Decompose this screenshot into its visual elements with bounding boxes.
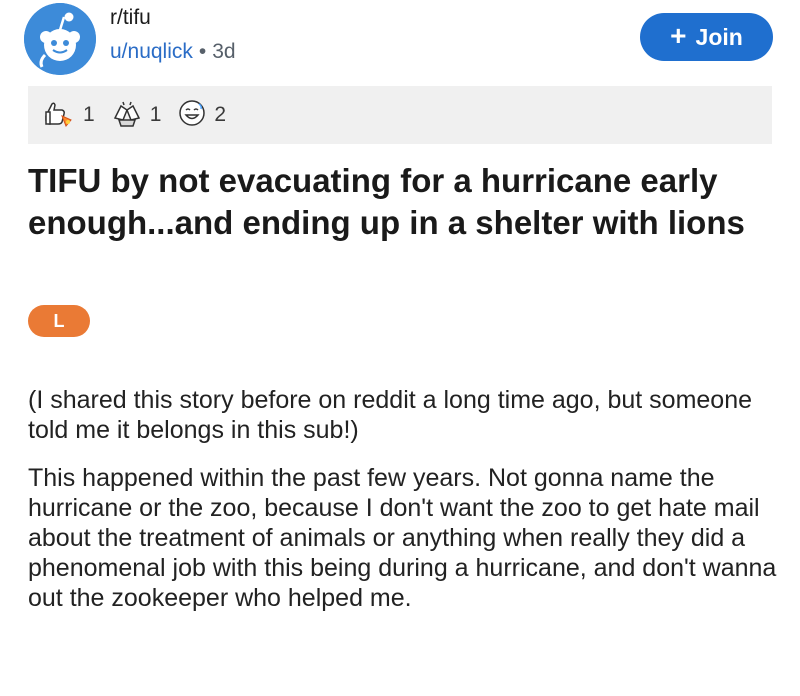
rocket-like-award-icon: [38, 98, 78, 133]
awards-bar: 1 1 2: [28, 86, 772, 144]
bravo-award-icon: [109, 98, 145, 133]
laughing-face-award-icon: [175, 98, 209, 133]
subreddit-name[interactable]: r/tifu: [110, 6, 151, 30]
subreddit-avatar-icon[interactable]: [24, 3, 96, 75]
meta-separator: •: [198, 40, 207, 63]
plus-icon: +: [670, 20, 687, 51]
join-button[interactable]: + Join: [640, 13, 773, 61]
join-label: Join: [695, 23, 743, 50]
post-paragraph: This happened within the past few years.…: [28, 464, 777, 612]
award-item[interactable]: 1: [109, 98, 162, 133]
award-item[interactable]: 1: [38, 98, 95, 133]
post-paragraph: (I shared this story before on reddit a …: [28, 386, 753, 444]
post-header: r/tifu u/nuqlick • 3d + Join: [0, 0, 800, 86]
post-flair[interactable]: L: [28, 305, 90, 337]
award-item[interactable]: 2: [175, 98, 226, 133]
post-body: (I shared this story before on reddit a …: [28, 385, 788, 631]
award-count: 1: [149, 103, 162, 126]
author-username[interactable]: u/nuqlick: [110, 40, 193, 63]
post-title[interactable]: TIFU by not evacuating for a hurricane e…: [28, 160, 778, 244]
post-age: 3d: [212, 40, 236, 63]
post-meta: u/nuqlick • 3d: [110, 40, 236, 64]
award-count: 1: [83, 103, 95, 126]
award-count: 2: [214, 103, 227, 126]
